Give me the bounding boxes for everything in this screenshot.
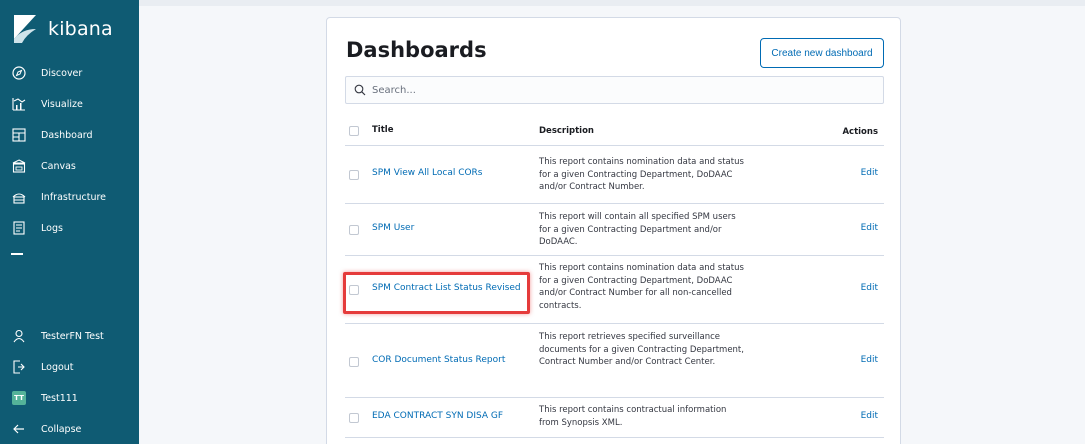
dashboard-title-link[interactable]: EDA CONTRACT SYN DISA GF — [372, 411, 503, 421]
dashboard-title-link[interactable]: SPM Contract List Status Revised — [372, 283, 521, 293]
row-checkbox[interactable] — [349, 285, 359, 295]
visualize-icon — [11, 96, 27, 112]
edit-link[interactable]: Edit — [861, 223, 878, 233]
table-row: COR Document Status Report This report r… — [345, 324, 884, 398]
row-checkbox[interactable] — [349, 170, 359, 180]
dashboard-title-link[interactable]: SPM View All Local CORs — [372, 168, 483, 178]
dashboards-panel: Dashboards Create new dashboard Title De… — [326, 17, 901, 444]
edit-link[interactable]: Edit — [861, 168, 878, 178]
nav-label: Infrastructure — [41, 191, 107, 203]
canvas-icon — [11, 158, 27, 174]
dashboard-description: This report retrieves specified surveill… — [539, 332, 744, 367]
column-header-title[interactable]: Title — [372, 125, 393, 135]
search-box[interactable] — [345, 76, 884, 104]
dashboard-description: This report contains nomination data and… — [539, 263, 744, 311]
table-header: Title Description Actions — [345, 116, 884, 146]
space-avatar: TT — [12, 391, 26, 405]
dashboard-title-link[interactable]: COR Document Status Report — [372, 355, 505, 365]
nav-item-canvas[interactable]: Canvas — [0, 153, 139, 179]
nav-divider — [11, 253, 23, 255]
create-dashboard-button[interactable]: Create new dashboard — [760, 38, 884, 68]
table-row: SPM User This report will contain all sp… — [345, 204, 884, 256]
logout-icon — [11, 359, 27, 375]
nav-item-infrastructure[interactable]: Infrastructure — [0, 184, 139, 210]
nav-item-dashboard[interactable]: Dashboard — [0, 122, 139, 148]
row-checkbox[interactable] — [349, 225, 359, 235]
row-checkbox[interactable] — [349, 413, 359, 423]
nav-item-logs[interactable]: Logs — [0, 215, 139, 241]
edit-link[interactable]: Edit — [861, 411, 878, 421]
nav-label: Collapse — [41, 423, 82, 435]
brand-name: kibana — [48, 18, 113, 40]
nav-label: Discover — [41, 67, 83, 79]
nav-item-discover[interactable]: Discover — [0, 60, 139, 86]
dashboards-table: Title Description Actions SPM View All L… — [345, 116, 884, 438]
search-icon — [354, 84, 366, 96]
top-strip — [139, 0, 1085, 6]
nav-label: Test111 — [41, 392, 78, 404]
kibana-brand[interactable]: kibana — [14, 14, 113, 44]
user-icon — [11, 328, 27, 344]
edit-link[interactable]: Edit — [861, 283, 878, 293]
table-row: SPM Contract List Status Revised This re… — [345, 256, 884, 324]
nav-item-logout[interactable]: Logout — [0, 354, 139, 380]
kibana-logo-icon — [14, 15, 36, 43]
compass-icon — [11, 65, 27, 81]
edit-link[interactable]: Edit — [861, 355, 878, 365]
dashboard-icon — [11, 127, 27, 143]
nav-item-visualize[interactable]: Visualize — [0, 91, 139, 117]
column-header-actions: Actions — [842, 127, 878, 137]
nav-item-collapse[interactable]: Collapse — [0, 416, 139, 442]
nav-item-space[interactable]: TT Test111 — [0, 385, 139, 411]
infrastructure-icon — [11, 189, 27, 205]
dashboard-title-link[interactable]: SPM User — [372, 223, 414, 233]
table-row: EDA CONTRACT SYN DISA GF This report con… — [345, 398, 884, 438]
nav-label: Dashboard — [41, 129, 93, 141]
nav-item-user[interactable]: TesterFN Test — [0, 323, 139, 349]
page-title: Dashboards — [346, 38, 487, 62]
select-all-checkbox[interactable] — [349, 126, 359, 136]
search-input[interactable] — [372, 84, 872, 96]
dashboard-description: This report contains nomination data and… — [539, 157, 744, 192]
row-checkbox[interactable] — [349, 357, 359, 367]
side-nav: kibana Discover Visualize Dashboard Canv… — [0, 0, 139, 444]
nav-label: TesterFN Test — [41, 330, 104, 342]
nav-label: Logout — [41, 361, 74, 373]
nav-label: Canvas — [41, 160, 76, 172]
dashboard-description: This report will contain all specified S… — [539, 212, 736, 247]
space-avatar-icon: TT — [11, 390, 27, 406]
column-header-description: Description — [539, 126, 594, 136]
dashboard-description: This report contains contractual informa… — [539, 405, 727, 428]
table-row: SPM View All Local CORs This report cont… — [345, 146, 884, 204]
nav-label: Logs — [41, 222, 63, 234]
arrow-left-icon — [11, 421, 27, 437]
nav-label: Visualize — [41, 98, 83, 110]
logs-icon — [11, 220, 27, 236]
